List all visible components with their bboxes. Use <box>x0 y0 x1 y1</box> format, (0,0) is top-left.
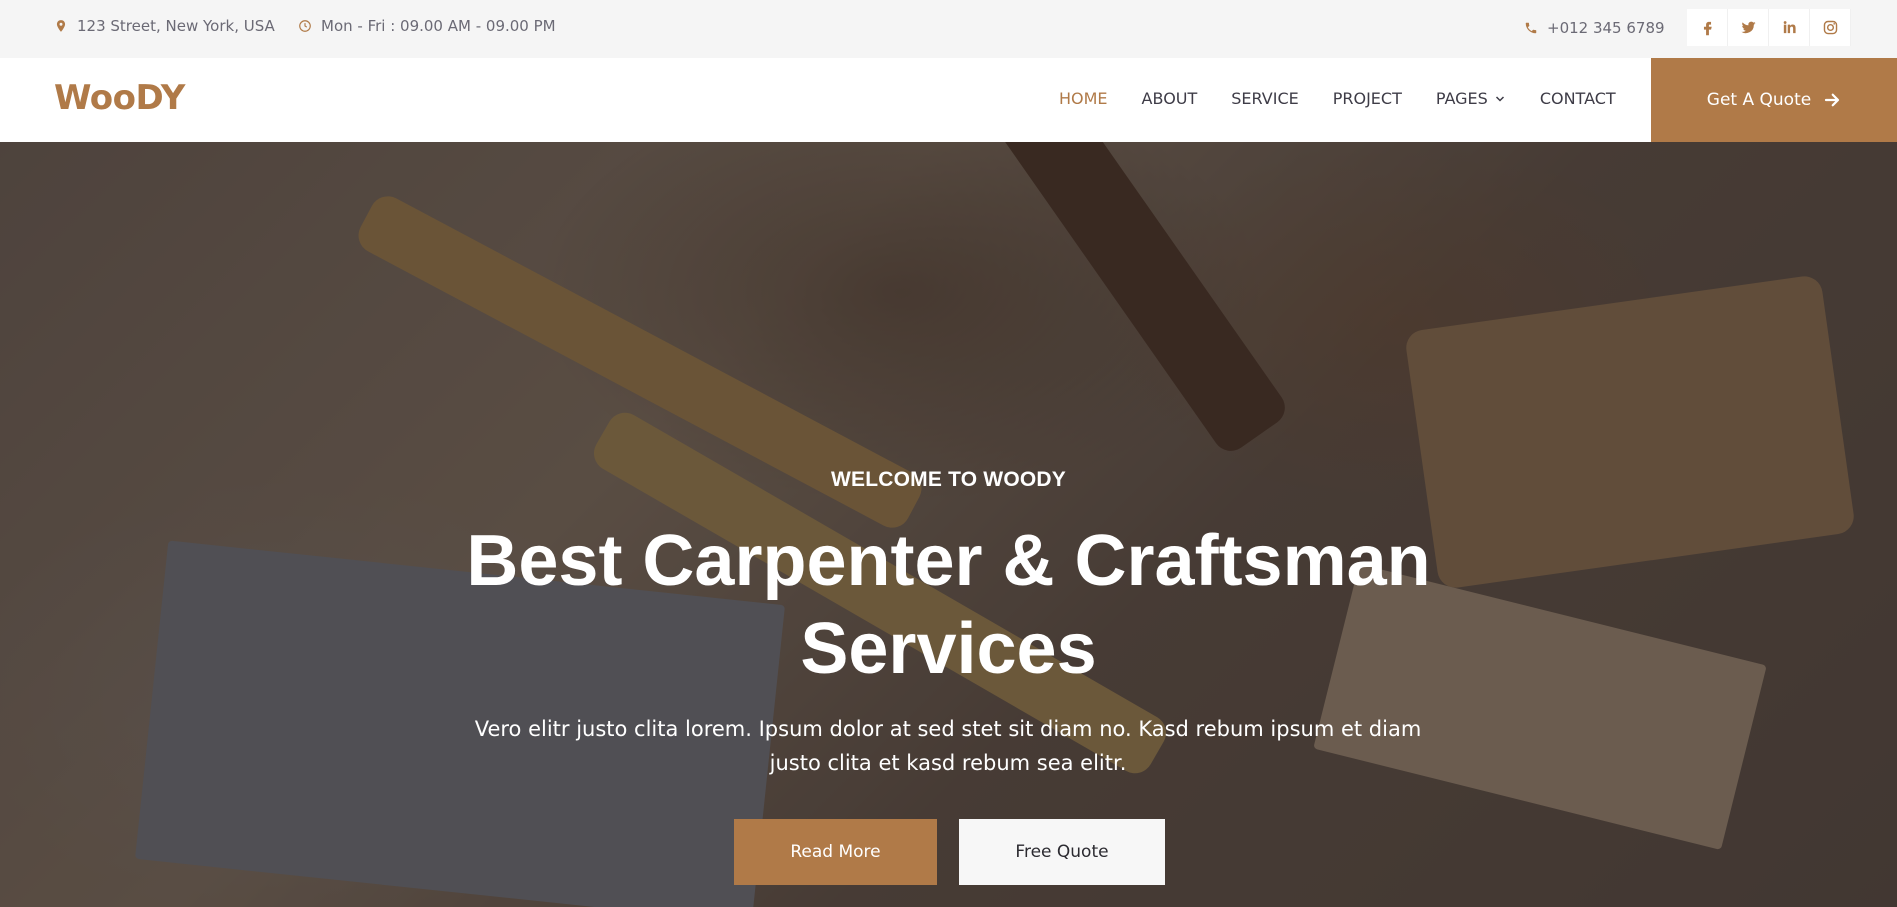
free-quote-button[interactable]: Free Quote <box>959 819 1165 885</box>
linkedin-icon <box>1783 21 1796 34</box>
phone-text: +012 345 6789 <box>1547 19 1665 37</box>
hours-text: Mon - Fri : 09.00 AM - 09.00 PM <box>321 17 556 35</box>
hero-title-line-2: Services <box>800 609 1097 689</box>
hero-eyebrow: WELCOME TO WOODY <box>831 468 1066 491</box>
hours-info: Mon - Fri : 09.00 AM - 09.00 PM <box>298 17 556 35</box>
nav-item-pages-label: PAGES <box>1435 89 1488 108</box>
hero-content: WELCOME TO WOODY Best Carpenter & Crafts… <box>0 142 1897 907</box>
nav-item-pages[interactable]: PAGES <box>1436 89 1506 108</box>
instagram-icon <box>1823 20 1837 35</box>
phone-info: +012 345 6789 <box>1524 19 1665 37</box>
get-quote-label: Get A Quote <box>1706 90 1812 110</box>
navbar: WooDY HOME ABOUT SERVICE PROJECT PAGES C… <box>0 58 1897 142</box>
map-marker-icon <box>56 20 66 32</box>
arrow-right-icon <box>1825 93 1840 107</box>
clock-icon <box>299 20 311 32</box>
twitter-icon <box>1740 21 1756 34</box>
hero-description-line-1: Vero elitr justo clita lorem. Ipsum dolo… <box>474 717 1422 741</box>
top-bar: 123 Street, New York, USA Mon - Fri : 09… <box>0 0 1897 58</box>
get-quote-button[interactable]: Get A Quote <box>1651 58 1897 142</box>
linkedin-link[interactable] <box>1769 9 1810 46</box>
hero-title: Best Carpenter & Craftsman Services <box>0 517 1897 693</box>
nav-item-project[interactable]: PROJECT <box>1333 89 1402 108</box>
logo[interactable]: WooDY <box>54 78 185 118</box>
social-links <box>1687 9 1851 46</box>
hero-section: WELCOME TO WOODY Best Carpenter & Crafts… <box>0 142 1897 907</box>
hero-description-line-2: justo clita et kasd rebum sea elitr. <box>769 751 1127 775</box>
main-nav: HOME ABOUT SERVICE PROJECT PAGES CONTACT <box>1059 89 1650 108</box>
facebook-link[interactable] <box>1687 9 1728 46</box>
hero-description: Vero elitr justo clita lorem. Ipsum dolo… <box>448 712 1448 780</box>
instagram-link[interactable] <box>1810 9 1851 46</box>
read-more-button[interactable]: Read More <box>734 819 937 885</box>
chevron-down-icon <box>1495 95 1504 102</box>
nav-item-about[interactable]: ABOUT <box>1142 89 1198 108</box>
address-info: 123 Street, New York, USA <box>54 17 275 35</box>
facebook-icon <box>1703 21 1712 36</box>
hero-title-line-1: Best Carpenter & Craftsman <box>466 521 1431 601</box>
nav-item-service[interactable]: SERVICE <box>1231 89 1298 108</box>
phone-icon <box>1525 22 1537 34</box>
nav-item-contact[interactable]: CONTACT <box>1540 89 1616 108</box>
nav-item-home[interactable]: HOME <box>1059 89 1108 108</box>
twitter-link[interactable] <box>1728 9 1769 46</box>
address-text: 123 Street, New York, USA <box>77 17 275 35</box>
